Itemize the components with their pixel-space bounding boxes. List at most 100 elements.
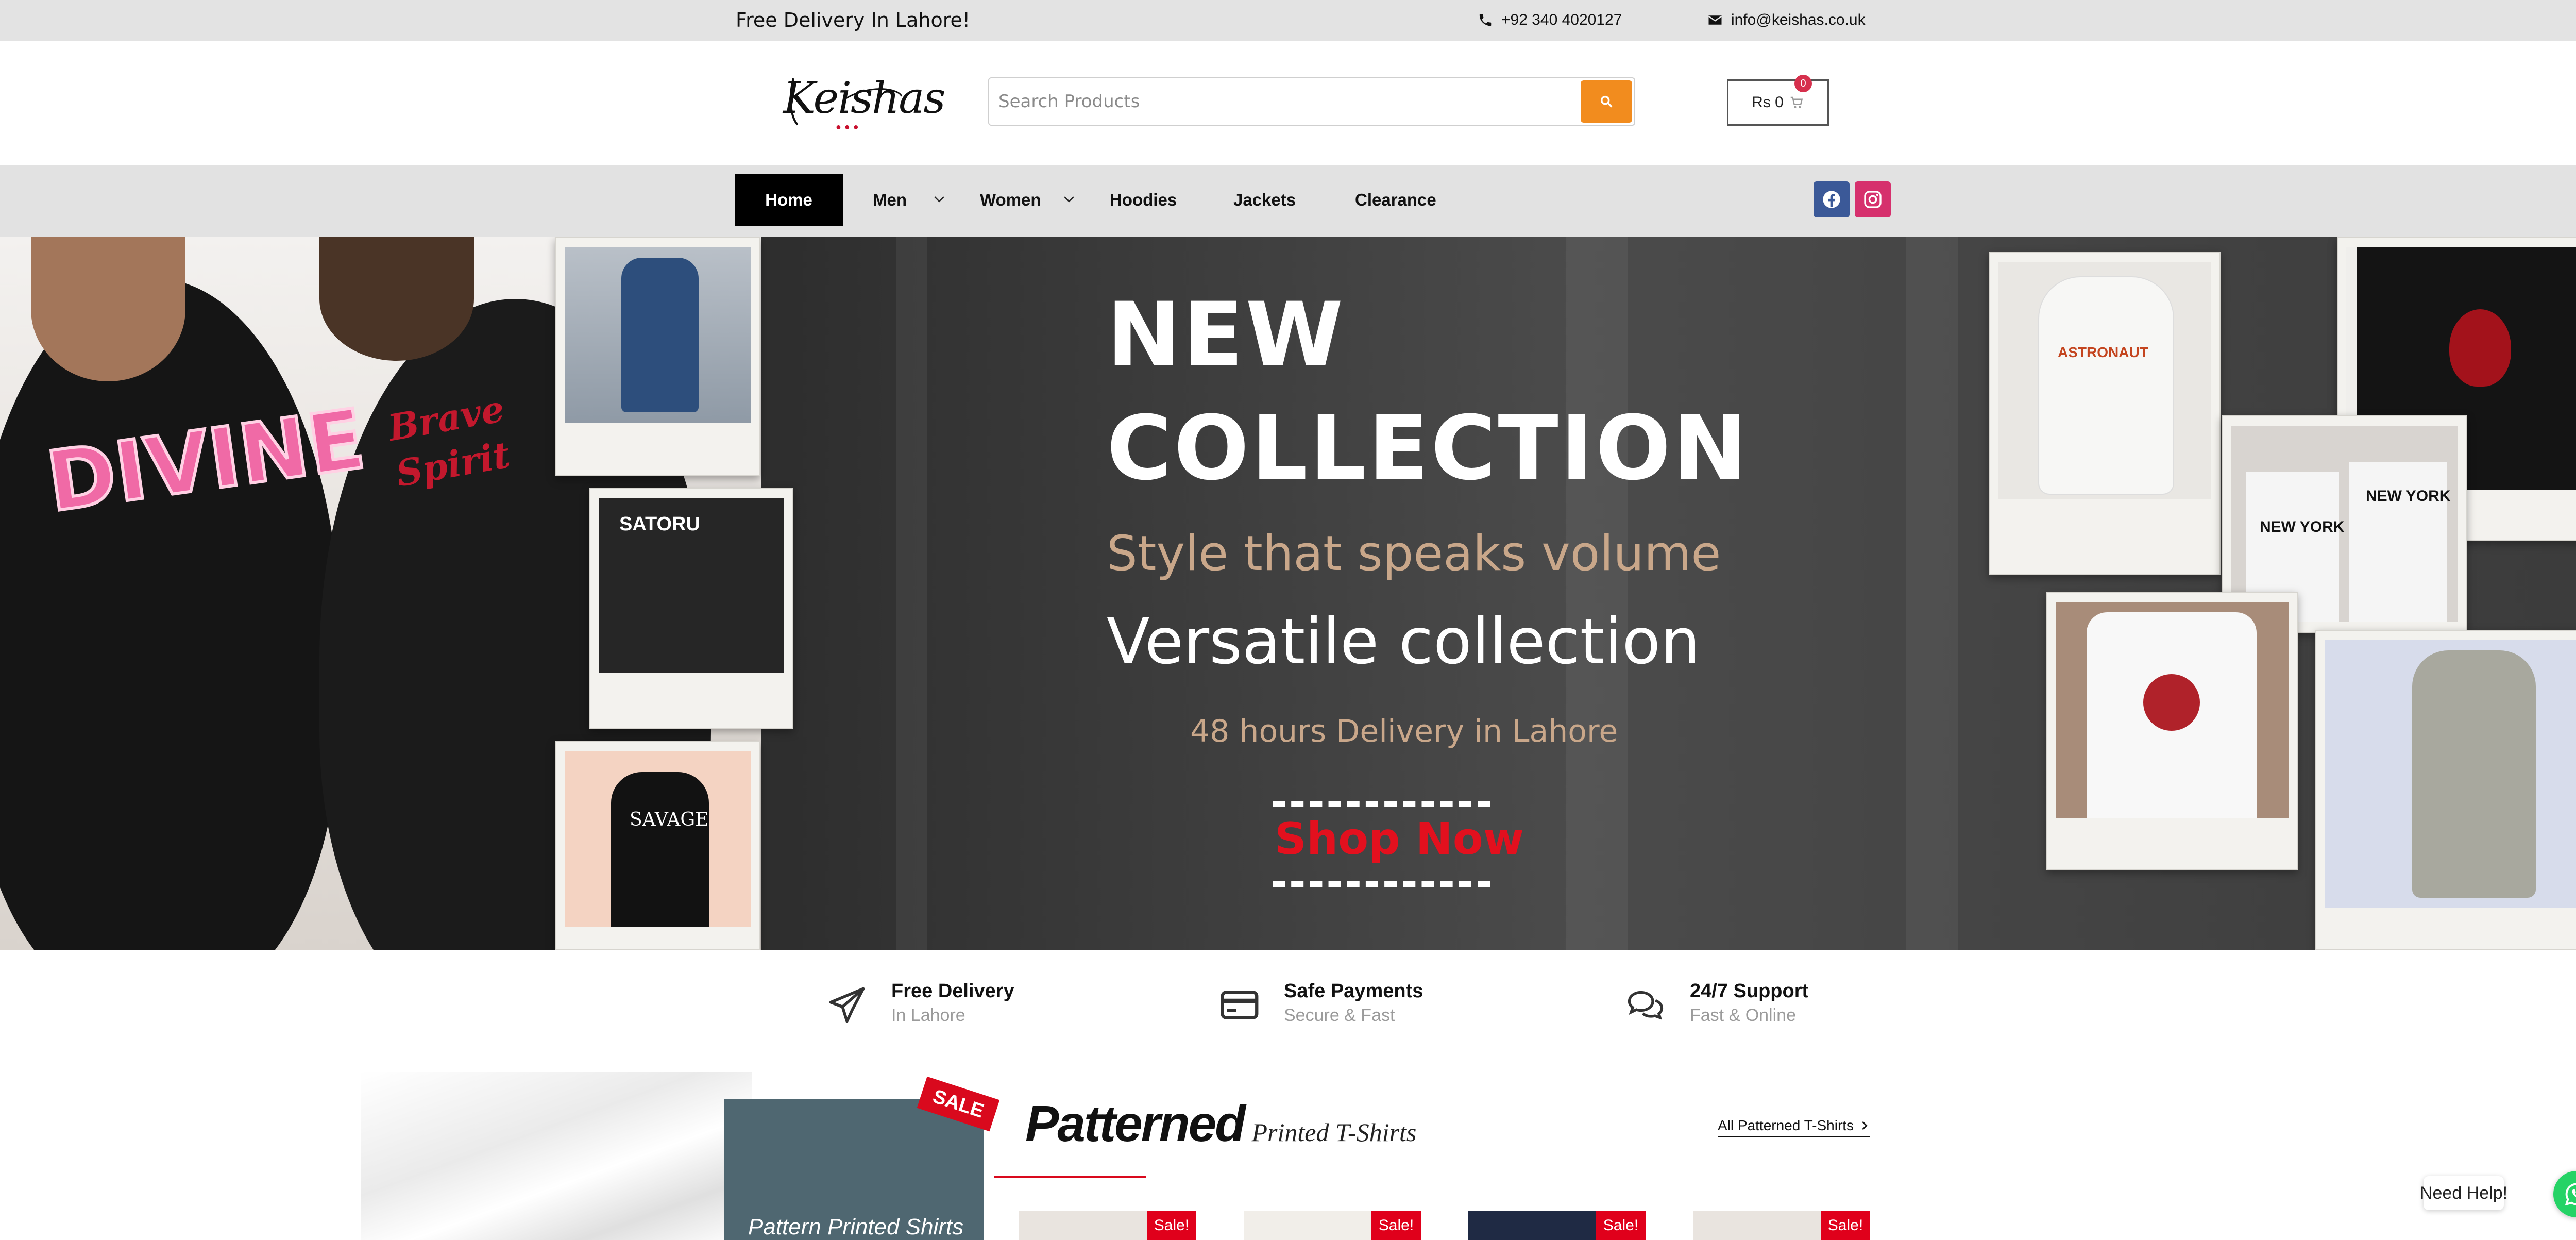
nav-jackets[interactable]: Jackets <box>1233 174 1296 226</box>
feature-title: Safe Payments <box>1284 980 1423 1002</box>
feature-support: 24/7 Support Fast & Online <box>1624 979 1808 1041</box>
cta-dashes-bottom <box>1273 881 1490 887</box>
cart-icon <box>1790 96 1803 108</box>
tee-print-text: NEW YORK <box>2366 488 2451 505</box>
tee-print-text: NEW YORK <box>2260 518 2345 535</box>
feature-subtitle: Secure & Fast <box>1284 1006 1395 1025</box>
paper-plane-icon <box>829 987 865 1023</box>
polaroid-silver-vest <box>2315 630 2576 950</box>
polaroid-satoru-tee: SATORU <box>589 488 793 729</box>
hero-title-line1: NEW <box>1107 283 1346 387</box>
cta-dashes-top <box>1273 801 1490 807</box>
hero-delivery-note: 48 hours Delivery in Lahore <box>1190 713 1618 749</box>
search-icon <box>1600 95 1613 108</box>
hoodie-print-text: SAVAGE <box>630 809 709 830</box>
logo-dots: ●●● <box>836 122 862 132</box>
model-left <box>0 278 340 950</box>
feature-title: Free Delivery <box>891 980 1014 1002</box>
tee-shape <box>2349 462 2447 622</box>
credit-card-icon <box>1221 991 1259 1019</box>
model-hair-right <box>319 237 474 361</box>
feature-subtitle: In Lahore <box>891 1006 965 1025</box>
hero-stripe <box>1906 237 1958 950</box>
search-box <box>988 77 1635 126</box>
tee-print-text: SATORU <box>619 513 700 535</box>
phone-link[interactable]: +92 340 4020127 <box>1478 7 1622 33</box>
nav-hoodies[interactable]: Hoodies <box>1110 174 1177 226</box>
section-title: Patterned Printed T-Shirts <box>1025 1095 1416 1153</box>
hero-banner: DIVINE Brave Spirit SATORU SAVAGE NEW CO… <box>0 237 2576 950</box>
hoodie-print-text: ASTRONAUT <box>2058 344 2148 360</box>
pattern-shirts-promo-card[interactable]: Pattern Printed Shirts <box>724 1099 984 1240</box>
promo-text: Free Delivery In Lahore! <box>736 9 971 31</box>
sale-badge: Sale! <box>1821 1211 1870 1240</box>
sale-badge: Sale! <box>1596 1211 1646 1240</box>
polaroid-photo <box>2056 602 2289 818</box>
instagram-link[interactable] <box>1855 181 1891 217</box>
section-underline <box>994 1176 1146 1178</box>
chevron-down-icon[interactable] <box>931 192 947 207</box>
tee-print-heart <box>2449 309 2511 387</box>
nav-men[interactable]: Men <box>873 174 907 226</box>
vest-shape <box>621 258 699 412</box>
phone-number: +92 340 4020127 <box>1501 11 1622 28</box>
email-address: info@keishas.co.uk <box>1731 11 1866 28</box>
chevron-right-icon <box>1862 1121 1868 1130</box>
search-button[interactable] <box>1581 80 1632 123</box>
polaroid-photo <box>2325 640 2576 908</box>
shop-now-button[interactable]: Shop Now <box>1275 813 1524 865</box>
section-title-sub: Printed T-Shirts <box>1251 1118 1417 1147</box>
product-card[interactable]: Sale! <box>1244 1211 1421 1240</box>
cart-button[interactable]: Rs 0 0 <box>1727 75 1829 126</box>
product-card[interactable]: Sale! <box>1019 1211 1196 1240</box>
polaroid-photo: SAVAGE <box>565 751 751 927</box>
chevron-down-icon[interactable] <box>1061 192 1077 207</box>
cart-total: Rs 0 <box>1752 94 1784 111</box>
whatsapp-button[interactable] <box>2553 1171 2576 1217</box>
nav-home[interactable]: Home <box>735 174 843 226</box>
hero-subtitle: Versatile collection <box>1107 605 1701 678</box>
need-help-bubble[interactable]: Need Help! <box>2420 1176 2507 1210</box>
polaroid-astronaut-hoodie: ASTRONAUT <box>1989 252 2221 575</box>
cart-count-badge: 0 <box>1794 75 1812 92</box>
hoodie-shape <box>611 772 709 927</box>
phone-icon <box>1479 14 1492 26</box>
section-background-swoosh <box>361 1072 752 1240</box>
sale-badge: Sale! <box>1147 1211 1196 1240</box>
envelope-icon <box>1708 15 1722 25</box>
hero-stripe <box>1566 237 1628 950</box>
site-logo[interactable]: Keishas ●●● <box>783 68 945 135</box>
feature-free-delivery: Free Delivery In Lahore <box>825 979 1014 1041</box>
vest-shape <box>2412 650 2536 898</box>
polaroid-photo <box>565 247 751 423</box>
model-hair-left <box>31 237 185 381</box>
tee-print-graphic <box>2143 674 2200 731</box>
logo-text: Keishas <box>783 73 945 123</box>
hero-title-line2: COLLECTION <box>1107 396 1749 500</box>
whatsapp-icon <box>2565 1183 2576 1206</box>
hoodie-shape <box>2039 277 2173 494</box>
polaroid-savage-hoodie: SAVAGE <box>555 741 760 950</box>
facebook-link[interactable] <box>1814 181 1850 217</box>
product-card[interactable]: Sale! <box>1468 1211 1646 1240</box>
hero-tagline: Style that speaks volume <box>1107 526 1721 582</box>
site-header: Keishas ●●● Rs 0 0 <box>0 41 2576 165</box>
feature-title: 24/7 Support <box>1690 980 1809 1002</box>
polaroid-graphic-tee <box>2046 592 2298 870</box>
search-input[interactable] <box>989 78 1577 125</box>
polaroid-photo: ASTRONAUT <box>1998 262 2211 499</box>
chat-bubbles-icon <box>1628 991 1664 1020</box>
nav-clearance[interactable]: Clearance <box>1355 174 1436 226</box>
top-bar: Free Delivery In Lahore! +92 340 4020127… <box>0 0 2576 41</box>
promo-card-caption: Pattern Printed Shirts <box>748 1214 964 1239</box>
nav-women[interactable]: Women <box>980 174 1041 226</box>
all-patterned-tshirts-link[interactable]: All Patterned T-Shirts <box>1718 1117 1871 1137</box>
facebook-icon <box>1823 191 1840 208</box>
polaroid-puffer-vest <box>555 237 760 476</box>
product-card[interactable]: Sale! <box>1693 1211 1870 1240</box>
email-link[interactable]: info@keishas.co.uk <box>1707 7 1866 33</box>
section-title-main: Patterned <box>1025 1095 1246 1152</box>
main-nav: Home Men Women Hoodies Jackets Clearance <box>0 165 2576 237</box>
sale-badge: Sale! <box>1371 1211 1421 1240</box>
feature-subtitle: Fast & Online <box>1690 1006 1796 1025</box>
